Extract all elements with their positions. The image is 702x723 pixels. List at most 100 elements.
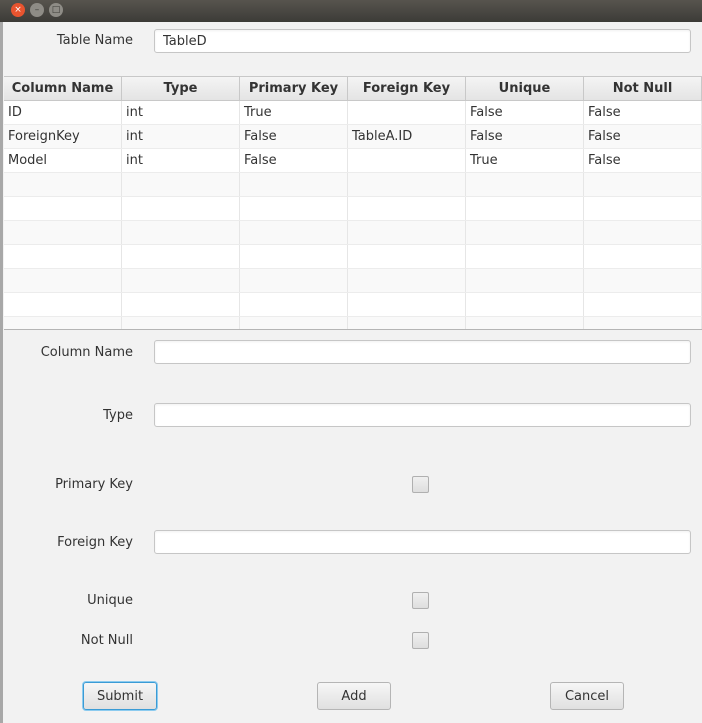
cell-column-name	[4, 293, 122, 316]
cell-not-null	[584, 293, 702, 316]
cell-unique	[466, 245, 584, 268]
cell-foreign-key	[348, 221, 466, 244]
cell-column-name: Model	[4, 149, 122, 172]
cell-primary-key	[240, 197, 348, 220]
empty-table-row[interactable]	[4, 269, 702, 293]
cell-foreign-key	[348, 197, 466, 220]
table-row[interactable]: Model int False True False	[4, 149, 702, 173]
primary-key-label: Primary Key	[55, 477, 133, 492]
close-window-button[interactable]: ×	[11, 3, 25, 17]
cell-not-null	[584, 197, 702, 220]
not-null-checkbox[interactable]	[412, 632, 429, 649]
window-titlebar: × – □	[0, 0, 702, 22]
cell-foreign-key	[348, 245, 466, 268]
cell-not-null	[584, 269, 702, 292]
cell-not-null: False	[584, 101, 702, 124]
cell-foreign-key	[348, 269, 466, 292]
cell-not-null: False	[584, 149, 702, 172]
cell-primary-key	[240, 245, 348, 268]
cell-primary-key	[240, 221, 348, 244]
table-row[interactable]: ForeignKey int False TableA.ID False False	[4, 125, 702, 149]
unique-label: Unique	[87, 593, 133, 608]
header-type[interactable]: Type	[122, 77, 240, 100]
empty-table-row[interactable]	[4, 197, 702, 221]
cell-unique	[466, 293, 584, 316]
cell-type: int	[122, 125, 240, 148]
cell-unique: False	[466, 125, 584, 148]
foreign-key-input[interactable]	[154, 530, 691, 554]
unique-checkbox[interactable]	[412, 592, 429, 609]
cell-type	[122, 269, 240, 292]
type-label: Type	[103, 408, 133, 423]
cell-primary-key	[240, 269, 348, 292]
submit-button[interactable]: Submit	[83, 682, 157, 710]
cell-column-name	[4, 221, 122, 244]
header-foreign-key[interactable]: Foreign Key	[348, 77, 466, 100]
cell-unique: True	[466, 149, 584, 172]
cell-foreign-key	[348, 173, 466, 196]
minimize-window-button[interactable]: –	[30, 3, 44, 17]
table-row[interactable]: ID int True False False	[4, 101, 702, 125]
cell-foreign-key: TableA.ID	[348, 125, 466, 148]
cell-not-null	[584, 221, 702, 244]
cell-column-name	[4, 245, 122, 268]
header-column-name[interactable]: Column Name	[4, 77, 122, 100]
column-name-input[interactable]	[154, 340, 691, 364]
cell-unique: False	[466, 101, 584, 124]
table-body: ID int True False False ForeignKey int False Tab…	[4, 101, 702, 329]
empty-table-row[interactable]	[4, 245, 702, 269]
cell-unique	[466, 197, 584, 220]
cell-column-name	[4, 269, 122, 292]
table-name-input[interactable]	[154, 29, 691, 53]
table-name-label: Table Name	[56, 33, 133, 48]
cell-type	[122, 293, 240, 316]
header-primary-key[interactable]: Primary Key	[240, 77, 348, 100]
header-not-null[interactable]: Not Null	[584, 77, 702, 100]
cell-not-null	[584, 245, 702, 268]
close-icon: ×	[14, 5, 22, 15]
empty-table-row[interactable]	[4, 221, 702, 245]
cell-column-name: ID	[4, 101, 122, 124]
cell-type	[122, 173, 240, 196]
cell-unique	[466, 221, 584, 244]
cell-unique	[466, 317, 584, 329]
cell-primary-key: True	[240, 101, 348, 124]
cell-unique	[466, 173, 584, 196]
columns-table: Column Name Type Primary Key Foreign Key…	[4, 76, 702, 330]
table-header: Column Name Type Primary Key Foreign Key…	[4, 76, 702, 101]
cell-unique	[466, 269, 584, 292]
cell-not-null	[584, 317, 702, 329]
cell-column-name	[4, 197, 122, 220]
cell-primary-key: False	[240, 125, 348, 148]
cell-column-name	[4, 317, 122, 329]
column-name-label: Column Name	[40, 345, 133, 360]
cell-type	[122, 197, 240, 220]
maximize-icon: □	[51, 5, 61, 15]
empty-table-row[interactable]	[4, 173, 702, 197]
empty-table-row[interactable]	[4, 317, 702, 329]
primary-key-checkbox[interactable]	[412, 476, 429, 493]
foreign-key-label: Foreign Key	[57, 535, 133, 550]
cell-foreign-key	[348, 101, 466, 124]
cell-type	[122, 221, 240, 244]
cell-foreign-key	[348, 293, 466, 316]
cell-not-null	[584, 173, 702, 196]
type-input[interactable]	[154, 403, 691, 427]
cell-foreign-key	[348, 149, 466, 172]
minimize-icon: –	[34, 5, 40, 15]
empty-table-row[interactable]	[4, 293, 702, 317]
cell-primary-key	[240, 293, 348, 316]
cell-primary-key	[240, 317, 348, 329]
not-null-label: Not Null	[80, 633, 133, 648]
cell-column-name	[4, 173, 122, 196]
cell-primary-key: False	[240, 149, 348, 172]
cancel-button[interactable]: Cancel	[550, 682, 624, 710]
cell-not-null: False	[584, 125, 702, 148]
add-button[interactable]: Add	[317, 682, 391, 710]
cell-type	[122, 245, 240, 268]
cell-type: int	[122, 101, 240, 124]
header-unique[interactable]: Unique	[466, 77, 584, 100]
maximize-window-button[interactable]: □	[49, 3, 63, 17]
cell-foreign-key	[348, 317, 466, 329]
cell-primary-key	[240, 173, 348, 196]
